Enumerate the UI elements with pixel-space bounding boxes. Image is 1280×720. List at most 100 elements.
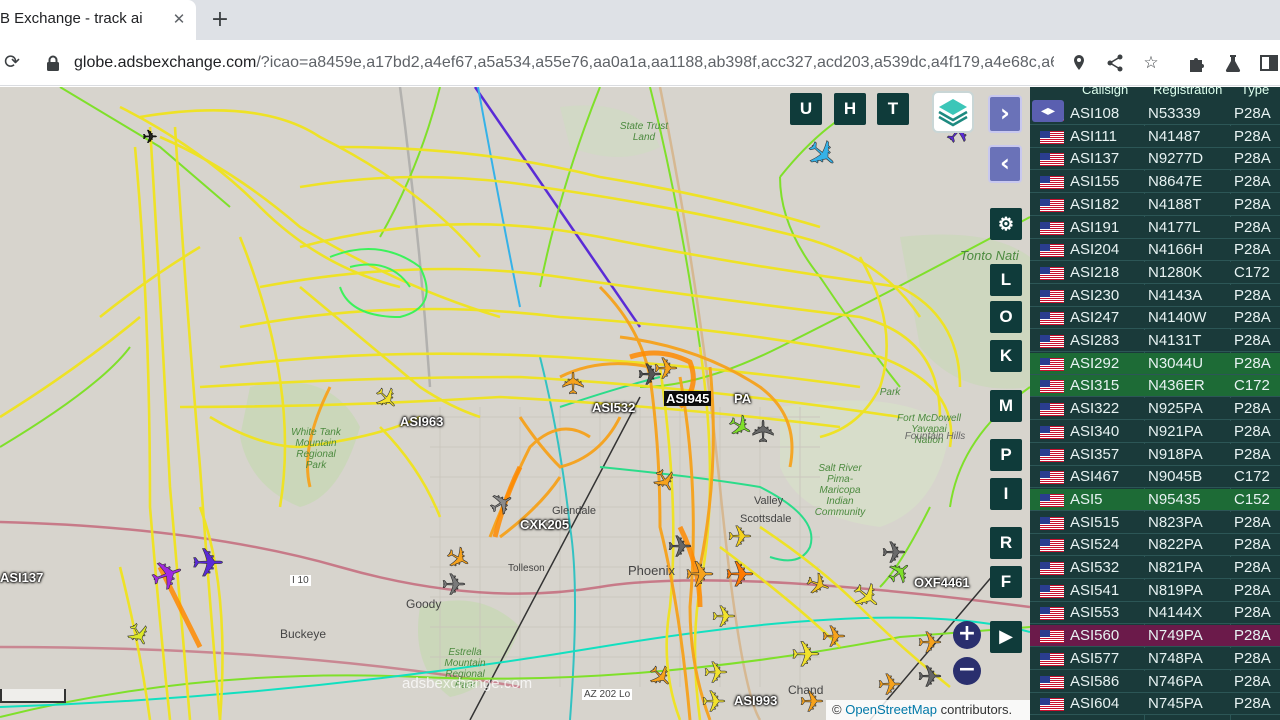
table-row[interactable]: ASI191 N4177L P28A (1030, 216, 1280, 239)
header-callsign[interactable]: Callsign (1082, 87, 1128, 97)
registration-cell: N95435 (1148, 490, 1201, 508)
header-type[interactable]: Type (1241, 87, 1269, 97)
zoom-out-button[interactable]: − (953, 657, 981, 685)
address-bar[interactable]: globe.adsbexchange.com/?icao=a8459e,a17b… (38, 46, 1100, 80)
aircraft-label[interactable]: PA (734, 391, 751, 406)
multiselect-button[interactable]: M (990, 390, 1022, 422)
extended-labels-button[interactable]: O (990, 301, 1022, 333)
table-row[interactable]: ASI155 N8647E P28A (1030, 171, 1280, 194)
aircraft-label[interactable]: ASI963 (400, 414, 443, 429)
header-registration[interactable]: Registration (1153, 87, 1222, 97)
next-aircraft-button[interactable]: › (988, 95, 1022, 133)
table-row[interactable]: ASI515 N823PA P28A (1030, 511, 1280, 534)
settings-gear-icon[interactable]: ⚙ (990, 208, 1022, 240)
svg-text:✈: ✈ (881, 536, 906, 571)
type-cell: P28A (1234, 513, 1271, 531)
table-row[interactable]: ASI111 N41487 P28A (1030, 125, 1280, 148)
aircraft-label[interactable]: OXF4461 (914, 575, 970, 590)
table-row[interactable]: ASI577 N748PA P28A (1030, 647, 1280, 670)
highway-i10-label: I 10 (290, 575, 311, 586)
us-flag-icon (1040, 607, 1064, 621)
callsign-cell: ASI340 (1070, 422, 1120, 440)
table-row[interactable]: ASI247 N4140W P28A (1030, 307, 1280, 330)
close-tab-icon[interactable]: ✕ (168, 8, 190, 30)
callsign-cell: ASI283 (1070, 332, 1120, 349)
ident-button[interactable]: I (990, 478, 1022, 510)
table-row[interactable]: ASI532 N821PA P28A (1030, 557, 1280, 579)
type-cell: C152 (1234, 490, 1270, 508)
callsign-cell: ASI182 (1070, 195, 1120, 213)
table-row[interactable]: ASI137 N9277D P28A (1030, 148, 1280, 171)
layers-button[interactable] (932, 91, 974, 133)
table-row[interactable]: ASI5 N95435 C152 (1030, 488, 1280, 511)
table-row[interactable]: ASI560 N749PA P28A (1030, 625, 1280, 648)
callsign-cell: ASI560 (1070, 627, 1120, 645)
registration-cell: N1280K (1148, 263, 1203, 281)
kiosk-button[interactable]: K (990, 340, 1022, 372)
hide-button[interactable]: H (834, 93, 866, 125)
us-flag-icon (1040, 425, 1064, 439)
table-row[interactable]: ASI322 N925PA P28A (1030, 398, 1280, 421)
table-row[interactable]: ASI553 N4144X P28A (1030, 602, 1280, 625)
us-flag-icon (1040, 289, 1064, 303)
table-row[interactable]: ASI604 N745PA P28A (1030, 693, 1280, 716)
table-row[interactable]: ASI467 N9045B C172 (1030, 466, 1280, 489)
zoom-in-button[interactable]: + (953, 621, 981, 649)
browser-tab[interactable]: B Exchange - track ai ✕ (0, 0, 196, 40)
previous-aircraft-button[interactable]: ‹ (988, 145, 1022, 183)
openstreetmap-link[interactable]: OpenStreetMap (845, 702, 937, 717)
replay-icon[interactable]: ▶ (990, 621, 1022, 653)
type-cell: P28A (1234, 581, 1271, 599)
callsign-cell: ASI524 (1070, 536, 1120, 554)
aircraft-label[interactable]: CXK205 (520, 517, 569, 532)
url-text[interactable]: globe.adsbexchange.com/?icao=a8459e,a17b… (74, 54, 1054, 72)
extensions-puzzle-icon[interactable] (1186, 52, 1208, 74)
registration-cell: N9277D (1148, 150, 1204, 168)
persistence-button[interactable]: P (990, 439, 1022, 471)
table-row[interactable]: ASI586 N746PA P28A (1030, 670, 1280, 693)
filter-button[interactable]: F (990, 566, 1022, 598)
bookmark-star-icon[interactable]: ☆ (1140, 52, 1162, 74)
lock-icon (47, 55, 59, 71)
registration-cell: N921PA (1148, 422, 1203, 440)
reload-icon[interactable]: ⟳ (0, 50, 24, 74)
side-panel-icon[interactable] (1258, 52, 1280, 74)
table-row[interactable]: ASI108 N53339 P28A (1030, 103, 1280, 125)
type-cell: P28A (1234, 672, 1271, 690)
trace-button[interactable]: T (877, 93, 909, 125)
table-row[interactable]: ASI218 N1280K C172 (1030, 261, 1280, 284)
us-flag-icon (1040, 403, 1064, 417)
type-cell: P28A (1234, 218, 1271, 236)
callsign-cell: ASI467 (1070, 468, 1120, 486)
table-row[interactable]: ASI182 N4188T P28A (1030, 193, 1280, 216)
us-flag-icon (1040, 153, 1064, 167)
table-row[interactable]: ASI315 N436ER C172 (1030, 375, 1280, 398)
table-row[interactable]: ASI283 N4131T P28A (1030, 330, 1280, 352)
table-row[interactable]: ASI524 N822PA P28A (1030, 534, 1280, 557)
labels-button[interactable]: L (990, 264, 1022, 296)
location-pin-icon[interactable] (1068, 52, 1090, 74)
units-button[interactable]: U (790, 93, 822, 125)
table-row[interactable]: ASI292 N3044U P28A (1030, 352, 1280, 375)
map-view[interactable]: ✈ ✈ ✈ ✈ ✈ ✈ ✈ ✈ ✈ ✈ ✈ ✈ ✈ ✈ ✈ ✈ ✈ ✈ ✈ ✈ … (0, 87, 1030, 720)
us-flag-icon (1040, 630, 1064, 644)
registration-cell: N41487 (1148, 127, 1201, 145)
aircraft-label[interactable]: ASI945 (664, 391, 712, 406)
lab-flask-icon[interactable] (1222, 52, 1244, 74)
table-row[interactable]: ASI357 N918PA P28A (1030, 443, 1280, 466)
new-tab-button[interactable]: + (206, 6, 234, 34)
scale-bar (0, 689, 66, 703)
place-phoenix: Phoenix (628, 563, 675, 578)
range-rings-button[interactable]: R (990, 527, 1022, 559)
aircraft-label[interactable]: ASI532 (592, 400, 635, 415)
svg-text:✈: ✈ (667, 530, 692, 565)
table-row[interactable]: ASI204 N4166H P28A (1030, 239, 1280, 262)
aircraft-label[interactable]: ASI993 (734, 693, 777, 708)
place-glendale: Glendale (552, 505, 597, 517)
table-row[interactable]: ASI541 N819PA P28A (1030, 579, 1280, 602)
table-row[interactable]: ASI230 N4143A P28A (1030, 284, 1280, 307)
aircraft-label[interactable]: ASI137 (0, 570, 43, 585)
toggle-sidebar-button[interactable]: ◂▸ (1032, 100, 1064, 122)
table-row[interactable]: ASI340 N921PA P28A (1030, 420, 1280, 443)
share-icon[interactable] (1104, 52, 1126, 74)
